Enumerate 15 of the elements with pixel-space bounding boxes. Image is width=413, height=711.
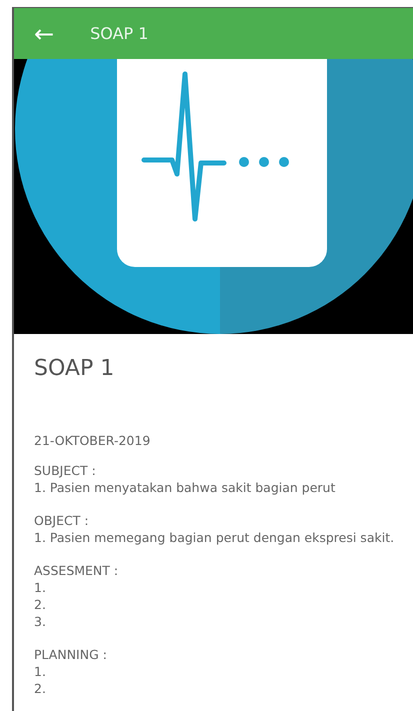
back-button[interactable]: ← — [34, 22, 54, 46]
section-line: 2. — [34, 596, 47, 613]
section-line: 1. — [34, 579, 47, 596]
section-heading: SUBJECT : — [34, 462, 97, 479]
section-heading: PLANNING : — [34, 646, 108, 663]
section-heading: OBJECT : — [34, 512, 90, 529]
section-line: 2. — [34, 680, 47, 697]
section-line: 1. Pasien menyatakan bahwa sakit bagian perut — [34, 479, 336, 496]
section-line: 1. Pasien memegang bagian perut dengan ekspresi sakit. — [34, 529, 396, 546]
section-line: 3. — [34, 613, 47, 630]
app-bar-title: SOAP 1 — [90, 24, 148, 43]
section-line: 1. — [34, 663, 47, 680]
note-date: 21-OKTOBER-2019 — [34, 433, 152, 448]
note-title: SOAP 1 — [34, 356, 116, 381]
section-heading: ASSESMENT : — [34, 562, 120, 579]
